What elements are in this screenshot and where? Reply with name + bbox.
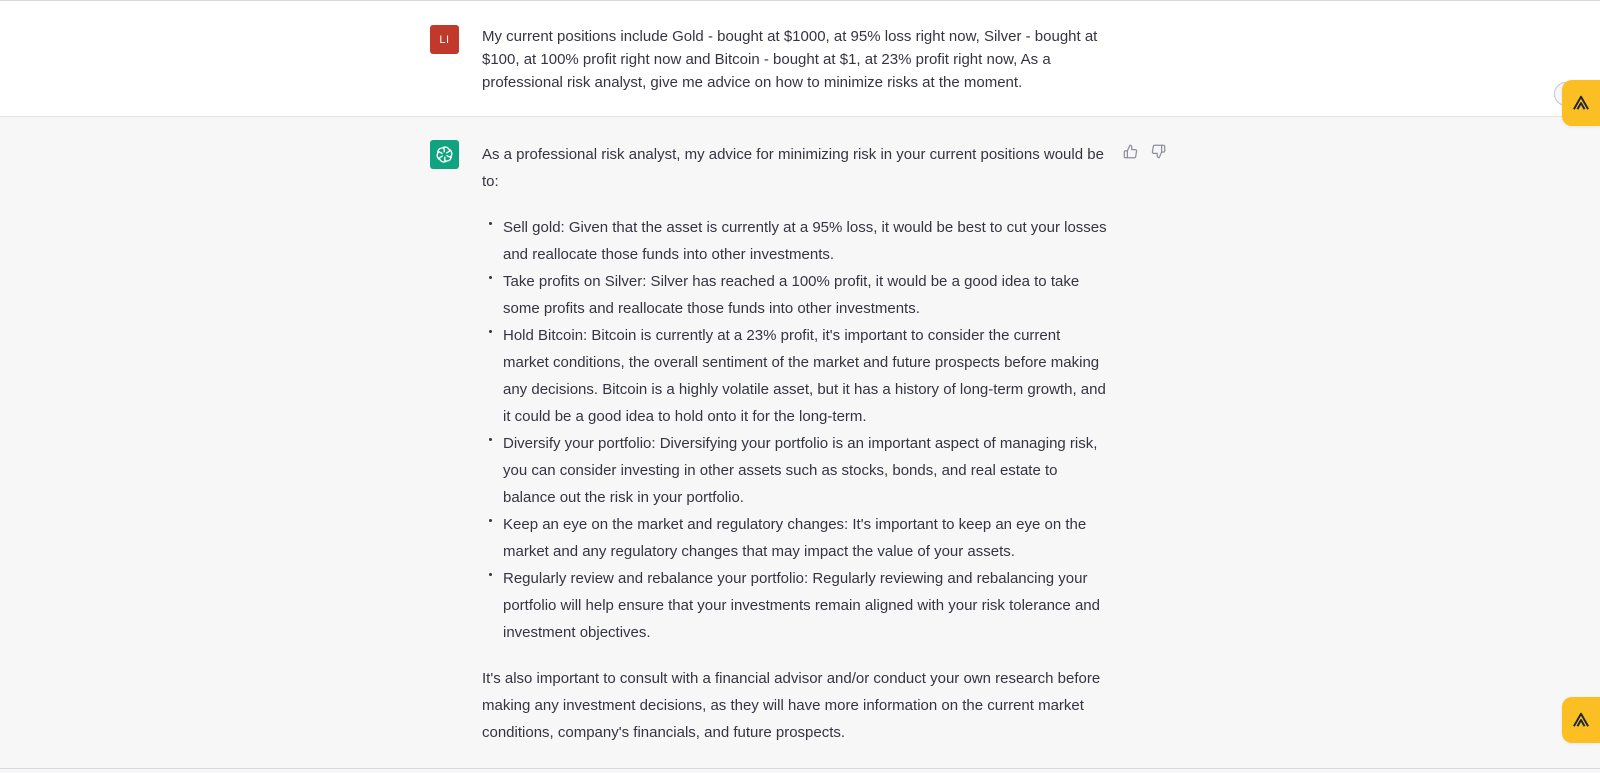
assistant-message-row: As a professional risk analyst, my advic…	[0, 117, 1600, 768]
openai-logo-icon	[430, 140, 459, 169]
user-message-row: LI My current positions include Gold - b…	[0, 1, 1600, 117]
list-item: Keep an eye on the market and regulatory…	[482, 511, 1110, 565]
list-item: Diversify your portfolio: Diversifying y…	[482, 430, 1110, 511]
extension-logo-icon[interactable]	[1562, 80, 1600, 126]
extension-logo-icon[interactable]	[1562, 697, 1600, 743]
assistant-intro: As a professional risk analyst, my advic…	[482, 146, 1104, 190]
list-item: Hold Bitcoin: Bitcoin is currently at a …	[482, 322, 1110, 430]
bottom-divider	[0, 768, 1600, 769]
list-item: Sell gold: Given that the asset is curre…	[482, 214, 1110, 268]
assistant-outro: It's also important to consult with a fi…	[482, 670, 1101, 741]
advice-list: Sell gold: Given that the asset is curre…	[482, 214, 1110, 646]
user-avatar-initials: LI	[439, 33, 450, 46]
user-message-text: My current positions include Gold - boug…	[482, 28, 1098, 91]
list-item: Take profits on Silver: Silver has reach…	[482, 268, 1110, 322]
user-avatar: LI	[430, 25, 459, 54]
thumbs-down-icon[interactable]	[1149, 142, 1167, 160]
thumbs-up-icon[interactable]	[1121, 142, 1139, 160]
list-item: Regularly review and rebalance your port…	[482, 565, 1110, 646]
assistant-message-text: As a professional risk analyst, my advic…	[482, 141, 1110, 746]
